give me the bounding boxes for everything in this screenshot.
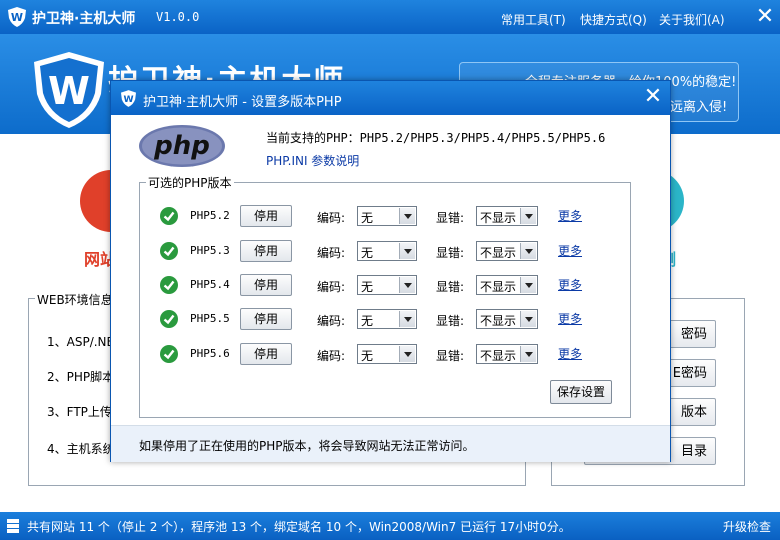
- encoding-select[interactable]: 无: [357, 309, 417, 329]
- dialog-title-bar: W 护卫神·主机大师 - 设置多版本PHP ✕: [111, 81, 670, 115]
- more-link[interactable]: 更多: [558, 276, 582, 293]
- encoding-label: 编码:: [317, 211, 346, 225]
- dropdown-arrow-icon: [520, 277, 536, 293]
- web-env-item: 3、FTP上传: [47, 405, 112, 419]
- php-logo-text: php: [153, 131, 210, 161]
- encoding-value: 无: [361, 314, 374, 328]
- encoding-label: 编码:: [317, 349, 346, 363]
- php-version-row: PHP5.3 停用 编码: 无 显错: 不显示 更多: [140, 240, 630, 264]
- dialog-footer: 如果停用了正在使用的PHP版本，将会导致网站无法正常访问。: [111, 425, 670, 462]
- dropdown-arrow-icon: [520, 208, 536, 224]
- more-link[interactable]: 更多: [558, 242, 582, 259]
- app-shield-icon: W: [8, 7, 26, 27]
- php-version-name: PHP5.3: [190, 244, 230, 257]
- dialog-shield-icon: W: [121, 90, 136, 107]
- menu-shortcuts[interactable]: 快捷方式(Q): [580, 11, 647, 28]
- encoding-value: 无: [361, 349, 374, 363]
- dropdown-arrow-icon: [520, 346, 536, 362]
- encoding-select[interactable]: 无: [357, 275, 417, 295]
- server-icon: [7, 519, 19, 533]
- stop-php52-button[interactable]: 停用: [240, 205, 292, 227]
- php-version-group-title: 可选的PHP版本: [146, 174, 234, 191]
- more-link[interactable]: 更多: [558, 207, 582, 224]
- menu-common-tools[interactable]: 常用工具(T): [501, 11, 566, 28]
- dropdown-arrow-icon: [399, 277, 415, 293]
- encoding-label: 编码:: [317, 314, 346, 328]
- encoding-select[interactable]: 无: [357, 241, 417, 261]
- php-version-name: PHP5.6: [190, 347, 230, 360]
- php-version-row: PHP5.2 停用 编码: 无 显错: 不显示 更多: [140, 205, 630, 229]
- dropdown-arrow-icon: [520, 243, 536, 259]
- php-version-row: PHP5.6 停用 编码: 无 显错: 不显示 更多: [140, 343, 630, 367]
- svg-text:W: W: [48, 69, 90, 113]
- php-version-name: PHP5.5: [190, 312, 230, 325]
- display-error-label: 显错:: [436, 280, 465, 294]
- display-error-value: 不显示: [480, 246, 517, 260]
- banner-ad-line-2: 远离入侵!: [670, 100, 728, 115]
- dropdown-arrow-icon: [399, 243, 415, 259]
- enabled-check-icon: [160, 207, 178, 225]
- current-php-versions: 当前支持的PHP：PHP5.2/PHP5.3/PHP5.4/PHP5.5/PHP…: [266, 131, 606, 145]
- display-error-value: 不显示: [480, 280, 517, 294]
- display-error-select[interactable]: 不显示: [476, 241, 538, 261]
- display-error-label: 显错:: [436, 246, 465, 260]
- display-error-value: 不显示: [480, 349, 517, 363]
- display-error-label: 显错:: [436, 349, 465, 363]
- encoding-value: 无: [361, 280, 374, 294]
- display-error-value: 不显示: [480, 314, 517, 328]
- stop-php53-button[interactable]: 停用: [240, 240, 292, 262]
- dialog-title: 护卫神·主机大师 - 设置多版本PHP: [143, 95, 342, 110]
- more-link[interactable]: 更多: [558, 310, 582, 327]
- display-error-label: 显错:: [436, 211, 465, 225]
- display-error-select[interactable]: 不显示: [476, 275, 538, 295]
- encoding-select[interactable]: 无: [357, 344, 417, 364]
- php-version-row: PHP5.4 停用 编码: 无 显错: 不显示 更多: [140, 274, 630, 298]
- display-error-select[interactable]: 不显示: [476, 309, 538, 329]
- enabled-check-icon: [160, 242, 178, 260]
- display-error-label: 显错:: [436, 314, 465, 328]
- display-error-select[interactable]: 不显示: [476, 344, 538, 364]
- app-title: 护卫神·主机大师: [32, 11, 136, 27]
- web-env-item: 4、主机系统: [47, 442, 115, 456]
- php-version-row: PHP5.5 停用 编码: 无 显错: 不显示 更多: [140, 308, 630, 332]
- php-settings-dialog: W 护卫神·主机大师 - 设置多版本PHP ✕ php 当前支持的PHP：PHP…: [110, 80, 671, 462]
- stop-php56-button[interactable]: 停用: [240, 343, 292, 365]
- svg-text:W: W: [123, 94, 133, 105]
- dropdown-arrow-icon: [399, 208, 415, 224]
- dropdown-arrow-icon: [520, 311, 536, 327]
- more-link[interactable]: 更多: [558, 345, 582, 362]
- encoding-select[interactable]: 无: [357, 206, 417, 226]
- dropdown-arrow-icon: [399, 346, 415, 362]
- enabled-check-icon: [160, 345, 178, 363]
- stop-php55-button[interactable]: 停用: [240, 308, 292, 330]
- display-error-select[interactable]: 不显示: [476, 206, 538, 226]
- encoding-label: 编码:: [317, 280, 346, 294]
- svg-text:W: W: [11, 11, 23, 24]
- dropdown-arrow-icon: [399, 311, 415, 327]
- main-title-bar: W 护卫神·主机大师 V1.0.0 常用工具(T) 快捷方式(Q) 关于我们(A…: [0, 0, 780, 34]
- save-settings-button[interactable]: 保存设置: [550, 380, 612, 404]
- dialog-footer-note: 如果停用了正在使用的PHP版本，将会导致网站无法正常访问。: [139, 439, 475, 453]
- shield-logo-icon: W: [34, 52, 104, 128]
- dialog-close-icon[interactable]: ✕: [642, 85, 664, 109]
- upgrade-check-link[interactable]: 升级检查: [723, 518, 771, 535]
- web-env-item: 2、PHP脚本: [47, 370, 115, 384]
- php-logo-icon: php: [139, 125, 225, 167]
- menu-about[interactable]: 关于我们(A): [659, 11, 725, 28]
- app-version: V1.0.0: [156, 10, 200, 24]
- encoding-value: 无: [361, 211, 374, 225]
- encoding-value: 无: [361, 246, 374, 260]
- php-version-name: PHP5.4: [190, 278, 230, 291]
- web-env-title: WEB环境信息: [35, 291, 115, 308]
- enabled-check-icon: [160, 276, 178, 294]
- display-error-value: 不显示: [480, 211, 517, 225]
- enabled-check-icon: [160, 310, 178, 328]
- php-version-name: PHP5.2: [190, 209, 230, 222]
- stop-php54-button[interactable]: 停用: [240, 274, 292, 296]
- main-close-icon[interactable]: ✕: [754, 6, 776, 28]
- status-text: 共有网站 11 个（停止 2 个），程序池 13 个，绑定域名 10 个，Win…: [27, 520, 571, 534]
- php-ini-help-link[interactable]: PHP.INI 参数说明: [266, 152, 359, 169]
- status-bar: 共有网站 11 个（停止 2 个），程序池 13 个，绑定域名 10 个，Win…: [0, 512, 780, 540]
- encoding-label: 编码:: [317, 246, 346, 260]
